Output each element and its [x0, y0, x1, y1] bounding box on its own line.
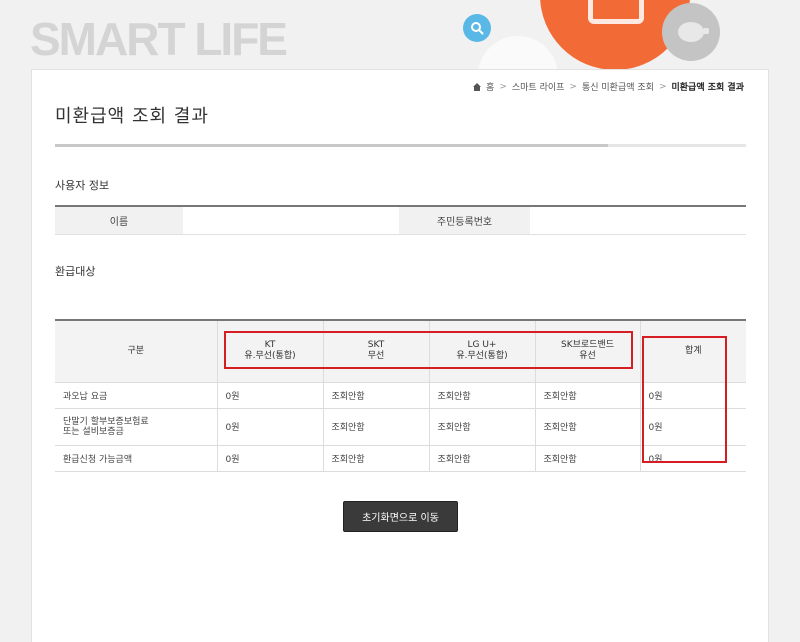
breadcrumb-home[interactable]: 홈	[486, 80, 494, 93]
page-title: 미환급액 조회 결과	[55, 106, 209, 127]
chevron-right-icon: >	[569, 81, 577, 92]
cell-kt: 0원	[217, 408, 324, 446]
row-label: 과오납 요금	[55, 382, 218, 409]
user-info-title: 사용자 정보	[55, 179, 110, 192]
reset-home-button[interactable]: 초기화면으로 이동	[343, 501, 458, 532]
cell-kt: 0원	[217, 445, 324, 472]
refund-target-title: 환급대상	[55, 265, 96, 278]
content-card: 홈 > 스마트 라이프 > 통신 미환급액 조회 > 미환급액 조회 결과 미환…	[31, 69, 769, 642]
resident-number-value	[530, 206, 746, 235]
cell-lgu: 조회안함	[429, 445, 536, 472]
breadcrumb: 홈 > 스마트 라이프 > 통신 미환급액 조회 > 미환급액 조회 결과	[473, 80, 744, 93]
name-label: 이름	[55, 206, 183, 235]
cell-skb: 조회안함	[535, 445, 641, 472]
cell-skt: 조회안함	[323, 382, 430, 409]
phone-icon	[588, 0, 644, 24]
progress-fill	[55, 144, 608, 147]
cell-skb: 조회안함	[535, 382, 641, 409]
cell-kt: 0원	[217, 382, 324, 409]
breadcrumb-current: 미환급액 조회 결과	[671, 83, 744, 93]
breadcrumb-smart-life[interactable]: 스마트 라이프	[512, 80, 565, 93]
row-label-line2: 또는 설비보증금	[63, 426, 124, 437]
cell-skt: 조회안함	[323, 445, 430, 472]
cell-lgu: 조회안함	[429, 382, 536, 409]
row-label-line1: 단말기 할부보증보험료	[63, 416, 149, 427]
search-icon	[471, 22, 484, 35]
cell-skb: 조회안함	[535, 408, 641, 446]
piggy-bank-icon	[678, 22, 709, 42]
search-button[interactable]	[463, 14, 491, 42]
row-label: 단말기 할부보증보험료 또는 설비보증금	[55, 408, 218, 446]
resident-number-label: 주민등록번호	[399, 206, 530, 235]
user-info-table: 이름 주민등록번호	[55, 205, 746, 235]
name-value	[183, 206, 399, 235]
cell-lgu: 조회안함	[429, 408, 536, 446]
chevron-right-icon: >	[658, 81, 667, 92]
header-category: 구분	[55, 320, 218, 383]
piggy-bank-button[interactable]	[662, 3, 720, 61]
brand-logo: SMART LIFE	[30, 13, 288, 65]
row-label: 환급신청 가능금액	[55, 445, 218, 472]
chevron-right-icon: >	[499, 81, 507, 92]
total-highlight-box	[642, 336, 727, 463]
cell-skt: 조회안함	[323, 408, 430, 446]
carrier-highlight-box	[224, 331, 633, 369]
breadcrumb-refund-search[interactable]: 통신 미환급액 조회	[582, 80, 654, 93]
home-icon	[473, 82, 482, 91]
progress-bar	[55, 144, 746, 147]
